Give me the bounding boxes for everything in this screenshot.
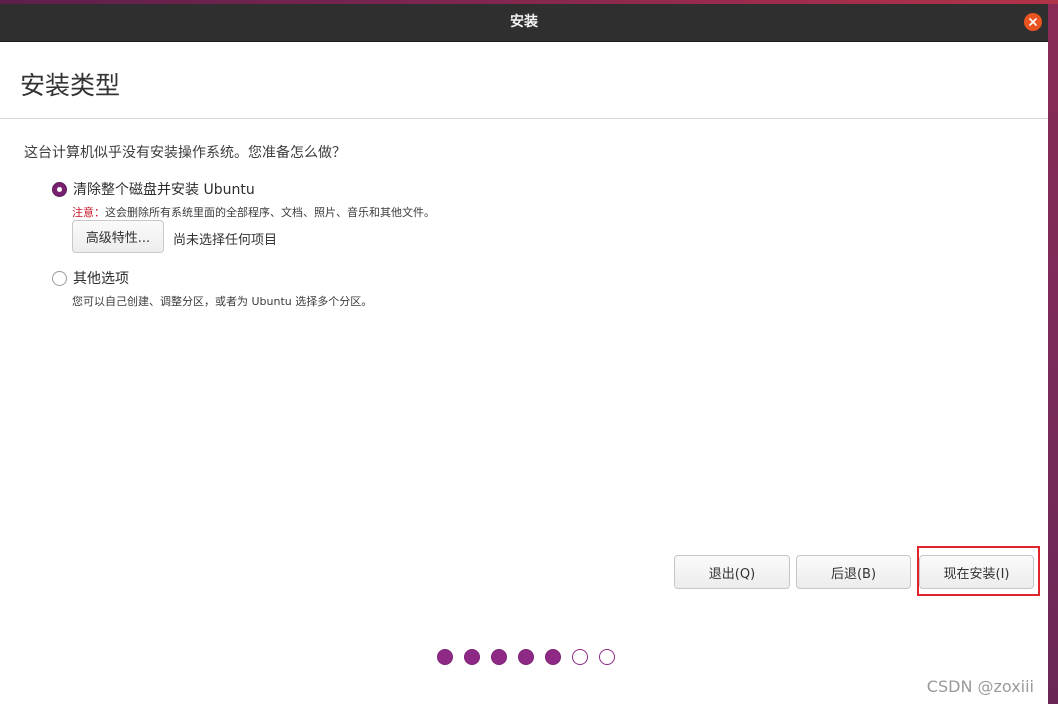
progress-dot-6 — [572, 649, 588, 665]
page-header: 安装类型 — [0, 42, 1048, 119]
installer-window: 安装类型 这台计算机似乎没有安装操作系统。您准备怎么做？ 清除整个磁盘并安装 U… — [0, 42, 1048, 704]
radio-something-else[interactable] — [52, 270, 67, 286]
radio-erase-disk[interactable] — [52, 181, 67, 197]
progress-dot-5 — [545, 649, 561, 665]
window-titlebar: 安装 — [0, 4, 1048, 42]
erase-warning-note: 注意：这会删除所有系统里面的全部程序、文档、照片、音乐和其他文件。 — [72, 204, 435, 220]
progress-dot-2 — [464, 649, 480, 665]
close-icon — [1029, 18, 1037, 26]
window-title: 安装 — [510, 14, 538, 30]
progress-dots — [437, 649, 615, 665]
option-something-else[interactable]: 其他选项 — [52, 268, 129, 288]
watermark: CSDN @zoxiii — [926, 677, 1034, 696]
close-button[interactable] — [1024, 13, 1042, 31]
progress-dot-3 — [491, 649, 507, 665]
page-title: 安装类型 — [20, 71, 121, 100]
progress-dot-7 — [599, 649, 615, 665]
something-else-description: 您可以自己创建、调整分区，或者为 Ubuntu 选择多个分区。 — [72, 295, 373, 308]
install-now-highlight — [917, 546, 1040, 596]
progress-dot-1 — [437, 649, 453, 665]
warning-text: 这会删除所有系统里面的全部程序、文档、照片、音乐和其他文件。 — [105, 206, 435, 219]
back-button[interactable]: 后退(B) — [796, 555, 911, 589]
option-something-else-label: 其他选项 — [73, 271, 129, 287]
advanced-features-status: 尚未选择任何项目 — [173, 233, 278, 248]
desktop-background-edge — [1048, 4, 1058, 704]
progress-dot-4 — [518, 649, 534, 665]
option-erase-disk-label: 清除整个磁盘并安装 Ubuntu — [73, 182, 255, 198]
quit-button[interactable]: 退出(Q) — [674, 555, 790, 589]
install-question: 这台计算机似乎没有安装操作系统。您准备怎么做？ — [24, 145, 346, 161]
advanced-features-button[interactable]: 高级特性... — [72, 220, 164, 253]
warning-prefix: 注意： — [72, 206, 105, 219]
option-erase-disk[interactable]: 清除整个磁盘并安装 Ubuntu — [52, 179, 255, 199]
